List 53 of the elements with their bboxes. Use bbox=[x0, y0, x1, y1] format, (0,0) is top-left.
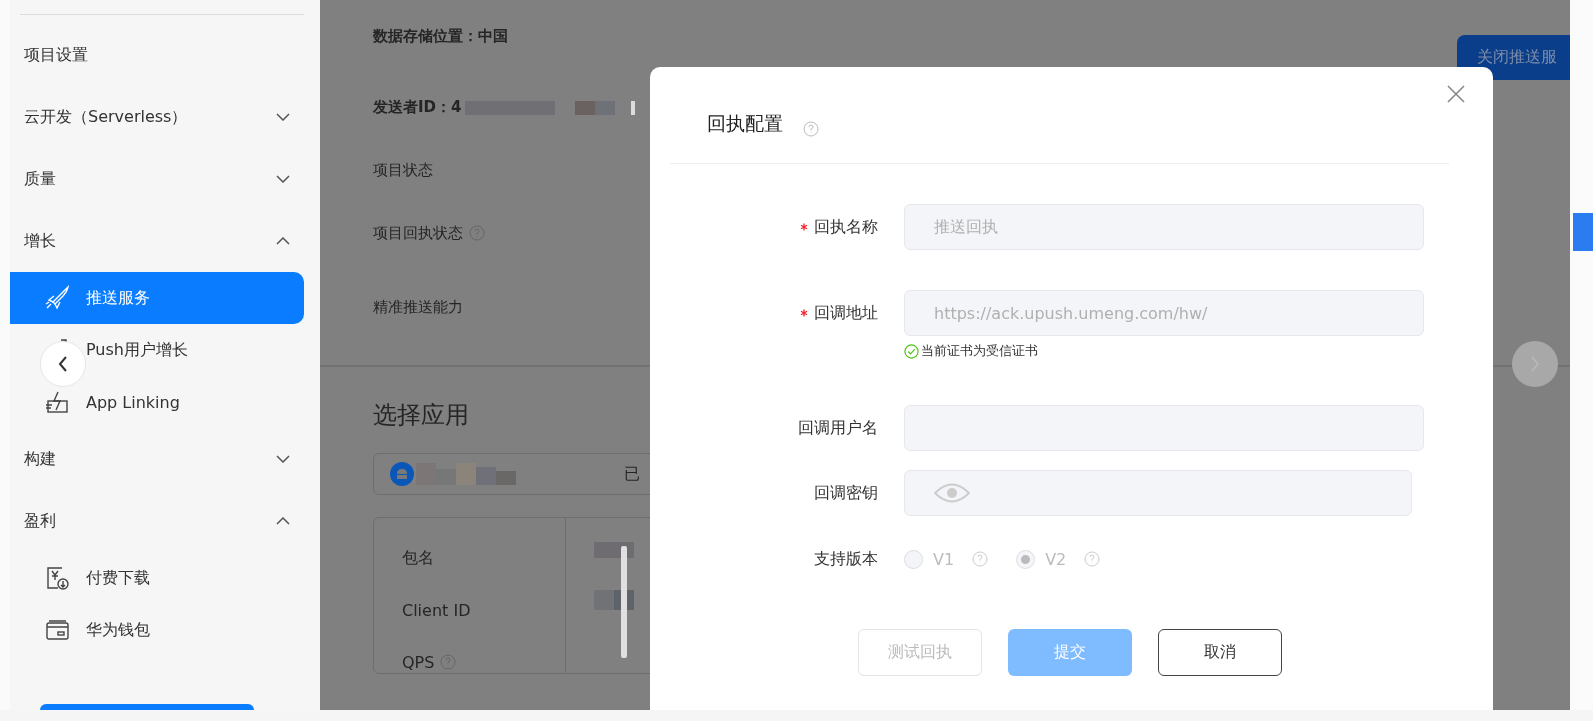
chevron-icon bbox=[276, 455, 290, 463]
lightning-icon bbox=[44, 389, 70, 415]
storage-location: 数据存储位置：中国 bbox=[373, 27, 509, 46]
chevron-icon bbox=[276, 113, 290, 121]
sidebar-item[interactable]: 付费下载 bbox=[10, 552, 320, 604]
check-circle-icon bbox=[904, 343, 919, 359]
sidebar-item[interactable]: 项目设置 bbox=[10, 24, 320, 86]
sidebar-button[interactable] bbox=[40, 704, 254, 710]
chevron-icon bbox=[276, 517, 290, 525]
field-label: 回执名称 bbox=[814, 216, 878, 238]
edge-button[interactable] bbox=[1573, 213, 1593, 251]
radio-label: V2 bbox=[1045, 549, 1067, 569]
hint-text: 当前证书为受信证书 bbox=[921, 342, 1038, 360]
chevron-left-icon bbox=[58, 356, 68, 372]
sender-id: 发送者ID：4 bbox=[373, 98, 462, 117]
rocket-icon bbox=[44, 285, 70, 311]
field-label: 回调密钥 bbox=[814, 482, 878, 504]
sidebar-item[interactable]: 华为钱包 bbox=[10, 604, 320, 656]
table-cell: 包名 bbox=[402, 547, 434, 569]
cancel-button[interactable]: 取消 bbox=[1158, 629, 1282, 676]
input-field[interactable] bbox=[904, 470, 1412, 516]
sidebar-item[interactable]: 质量 bbox=[10, 148, 320, 210]
sidebar-item[interactable]: 构建 bbox=[10, 428, 320, 490]
sidebar-item[interactable]: App Linking bbox=[10, 376, 320, 428]
radio-button[interactable] bbox=[904, 549, 923, 569]
radio-label: V1 bbox=[933, 549, 955, 569]
sidebar-item[interactable]: 推送服务 bbox=[10, 272, 304, 324]
wallet-icon bbox=[44, 617, 70, 643]
info-label: 精准推送能力 bbox=[373, 297, 463, 317]
eye-icon[interactable] bbox=[934, 482, 970, 504]
chevron-icon bbox=[276, 237, 290, 245]
sidebar-item[interactable]: 盈利 bbox=[10, 490, 320, 552]
section-title: 选择应用 bbox=[373, 400, 469, 431]
info-label: 项目状态 bbox=[373, 160, 433, 180]
app-status: 已 bbox=[624, 463, 640, 485]
yen-document-icon bbox=[44, 565, 70, 591]
close-icon[interactable] bbox=[1447, 85, 1465, 103]
field-label: 回调用户名 bbox=[798, 417, 878, 439]
android-icon bbox=[390, 462, 414, 486]
sidebar-item[interactable]: 云开发（Serverless） bbox=[10, 86, 320, 148]
info-label: 项目回执状态 bbox=[373, 223, 463, 243]
input-field[interactable] bbox=[904, 405, 1424, 451]
table-cell: QPS bbox=[402, 652, 435, 672]
field-label: 支持版本 bbox=[814, 548, 878, 570]
next-button[interactable] bbox=[1512, 341, 1558, 387]
radio-button[interactable] bbox=[1016, 549, 1036, 569]
chevron-icon bbox=[276, 175, 290, 183]
help-icon[interactable] bbox=[803, 121, 819, 137]
field-label: 回调地址 bbox=[814, 302, 878, 324]
dialog-title: 回执配置 bbox=[707, 111, 783, 136]
scrollbar[interactable] bbox=[621, 546, 627, 658]
sidebar-item[interactable]: 增长 bbox=[10, 210, 320, 272]
table-cell: Client ID bbox=[402, 600, 471, 620]
